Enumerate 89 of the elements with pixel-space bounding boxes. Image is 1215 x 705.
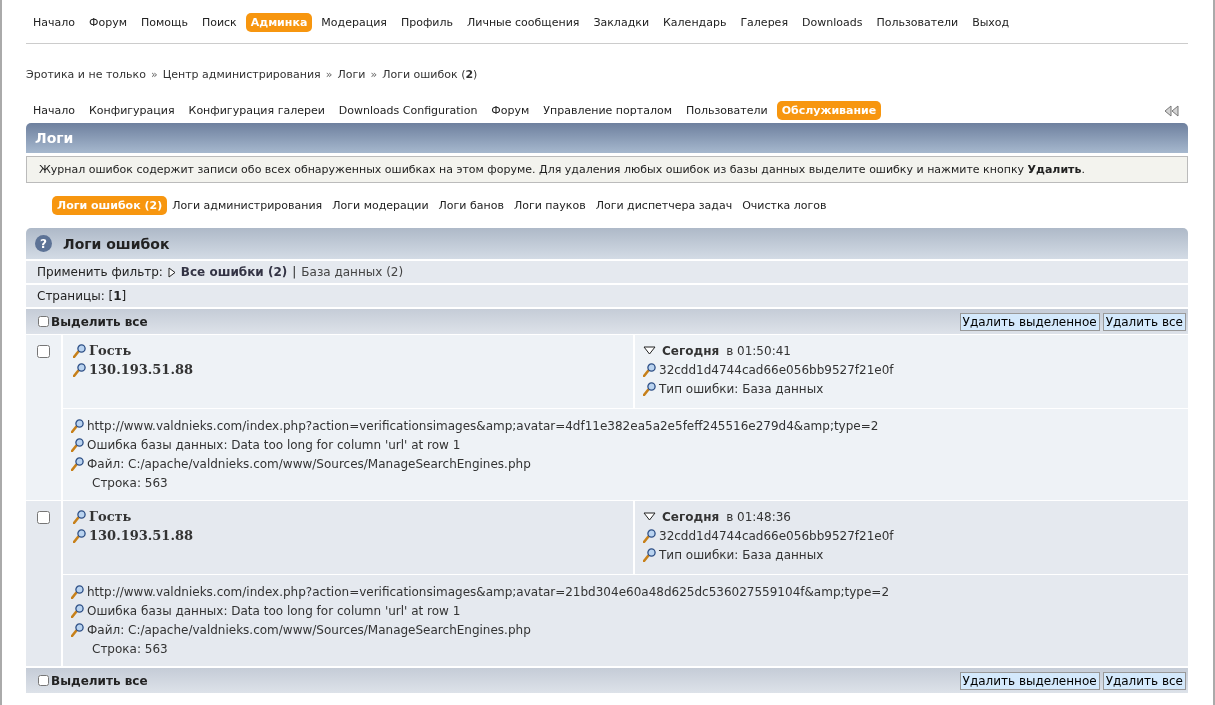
- error-message[interactable]: Ошибка базы данных: Data too long for column 'url' at row 1: [87, 437, 461, 452]
- log-tab[interactable]: Логи пауков: [508, 196, 591, 215]
- error-line: Строка: 563: [92, 641, 168, 656]
- breadcrumb-link[interactable]: Логи ошибок (2): [382, 68, 478, 81]
- magnifier-icon: [73, 343, 86, 358]
- select-all-checkbox[interactable]: [38, 675, 49, 686]
- triangle-down-icon: [643, 346, 656, 355]
- admin-menu-item[interactable]: Конфигурация: [84, 101, 180, 120]
- filter-separator: |: [292, 265, 297, 279]
- log-tab[interactable]: Логи модерации: [327, 196, 434, 215]
- admin-menu-item[interactable]: Форум: [486, 101, 535, 120]
- pages-text: Страницы: [1]: [37, 289, 127, 303]
- breadcrumb-link[interactable]: Эротика и не только: [26, 68, 146, 81]
- admin-menu-item[interactable]: Управление порталом: [538, 101, 677, 120]
- admin-menu-item[interactable]: Downloads Configuration: [333, 101, 483, 120]
- log-tab[interactable]: Очистка логов: [737, 196, 832, 215]
- log-tab[interactable]: Логи администрирования: [167, 196, 328, 215]
- error-file[interactable]: Файл: C:/apache/valdnieks.com/www/Sources/ManageSearchEngines.php: [87, 622, 531, 637]
- main-menu-item[interactable]: Закладки: [588, 12, 655, 32]
- main-menu-item[interactable]: Личные сообщения: [461, 12, 585, 32]
- main-menu-item[interactable]: Помощь: [136, 12, 193, 32]
- main-menu-item[interactable]: Календарь: [658, 12, 732, 32]
- log-tab[interactable]: Логи банов: [433, 196, 509, 215]
- entry-checkbox[interactable]: [37, 511, 50, 524]
- magnifier-icon: [71, 622, 84, 637]
- date-time: в 01:48:36: [726, 509, 791, 524]
- filter-label: Применить фильтр:: [37, 265, 163, 279]
- main-menu-item[interactable]: Downloads: [797, 12, 868, 32]
- breadcrumb-link[interactable]: Центр администрирования: [162, 68, 321, 81]
- description-text: Журнал ошибок содержит записи обо всех обнаруженных ошибках на этом форуме. Для удаления любых ошибок из базы данных выделите ошибку и нажмите кнопку Удалить.: [39, 163, 1085, 176]
- error-message[interactable]: Ошибка базы данных: Data too long for column 'url' at row 1: [87, 603, 461, 618]
- magnifier-icon: [643, 362, 656, 377]
- magnifier-icon: [71, 418, 84, 433]
- session-id[interactable]: 32cdd1d4744cad66e056bb9527f21e0f: [659, 362, 894, 377]
- main-menu-item[interactable]: Пользователи: [871, 12, 964, 32]
- member-name[interactable]: Гость: [89, 509, 132, 524]
- select-all-checkbox[interactable]: [38, 316, 49, 327]
- error-url[interactable]: http://www.valdnieks.com/index.php?action=verificationsimages&amp;avatar=21bd304e60a48d625dc536027559104f&amp;type=2: [87, 584, 890, 599]
- delete-button[interactable]: Удалить выделенное: [959, 671, 1100, 690]
- session-id[interactable]: 32cdd1d4744cad66e056bb9527f21e0f: [659, 528, 894, 543]
- main-menu-item[interactable]: Выход: [967, 12, 1015, 32]
- admin-menu-item[interactable]: Конфигурация галереи: [183, 101, 330, 120]
- help-icon[interactable]: ?: [35, 235, 52, 252]
- date-time: в 01:50:41: [726, 343, 791, 358]
- breadcrumb-separator: »: [325, 68, 333, 81]
- error-type[interactable]: Тип ошибки: База данных: [659, 381, 824, 396]
- main-menu-item[interactable]: Модерация: [316, 12, 392, 32]
- magnifier-icon: [73, 528, 86, 543]
- entry-checkbox[interactable]: [37, 345, 50, 358]
- main-menu-item[interactable]: Форум: [84, 12, 132, 32]
- main-menu-item[interactable]: Профиль: [395, 12, 458, 32]
- error-type[interactable]: Тип ошибки: База данных: [659, 547, 824, 562]
- magnifier-icon: [73, 362, 86, 377]
- delete-button[interactable]: Удалить выделенное: [959, 312, 1100, 331]
- breadcrumb-link[interactable]: Логи: [337, 68, 366, 81]
- magnifier-icon: [643, 381, 656, 396]
- magnifier-icon: [71, 584, 84, 599]
- breadcrumb-separator: »: [370, 68, 378, 81]
- ip-address[interactable]: 130.193.51.88: [89, 528, 194, 543]
- error-url[interactable]: http://www.valdnieks.com/index.php?action=verificationsimages&amp;avatar=4df11e382ea5a2e5feff245516e279d4&amp;type=2: [87, 418, 879, 433]
- date-day: Сегодня: [662, 343, 720, 358]
- panel-title: Логи ошибок: [63, 235, 170, 252]
- ip-address[interactable]: 130.193.51.88: [89, 362, 194, 377]
- select-all-label: Выделить все: [51, 673, 148, 688]
- admin-menu-item[interactable]: Начало: [28, 101, 80, 120]
- collapse-icon[interactable]: [1164, 104, 1180, 117]
- main-menu-item[interactable]: Галерея: [735, 12, 793, 32]
- error-line: Строка: 563: [92, 475, 168, 490]
- date-day: Сегодня: [662, 509, 720, 524]
- magnifier-icon: [71, 437, 84, 452]
- filter-link[interactable]: Все ошибки (2): [180, 265, 288, 279]
- magnifier-icon: [643, 528, 656, 543]
- triangle-down-icon: [643, 512, 656, 521]
- delete-button[interactable]: Удалить все: [1102, 671, 1186, 690]
- magnifier-icon: [643, 547, 656, 562]
- member-name[interactable]: Гость: [89, 343, 132, 358]
- main-menu-item[interactable]: Поиск: [196, 12, 242, 32]
- magnifier-icon: [73, 509, 86, 524]
- log-tab[interactable]: Логи диспетчера задач: [590, 196, 738, 215]
- filter-link[interactable]: База данных (2): [301, 265, 404, 279]
- section-title: Логи: [35, 130, 74, 146]
- magnifier-icon: [71, 456, 84, 471]
- admin-menu-item[interactable]: Пользователи: [681, 101, 773, 120]
- select-all-label: Выделить все: [51, 314, 148, 329]
- breadcrumb-separator: »: [150, 68, 158, 81]
- error-file[interactable]: Файл: C:/apache/valdnieks.com/www/Sources/ManageSearchEngines.php: [87, 456, 531, 471]
- main-menu-item[interactable]: Начало: [28, 12, 80, 32]
- magnifier-icon: [71, 603, 84, 618]
- delete-button[interactable]: Удалить все: [1102, 312, 1186, 331]
